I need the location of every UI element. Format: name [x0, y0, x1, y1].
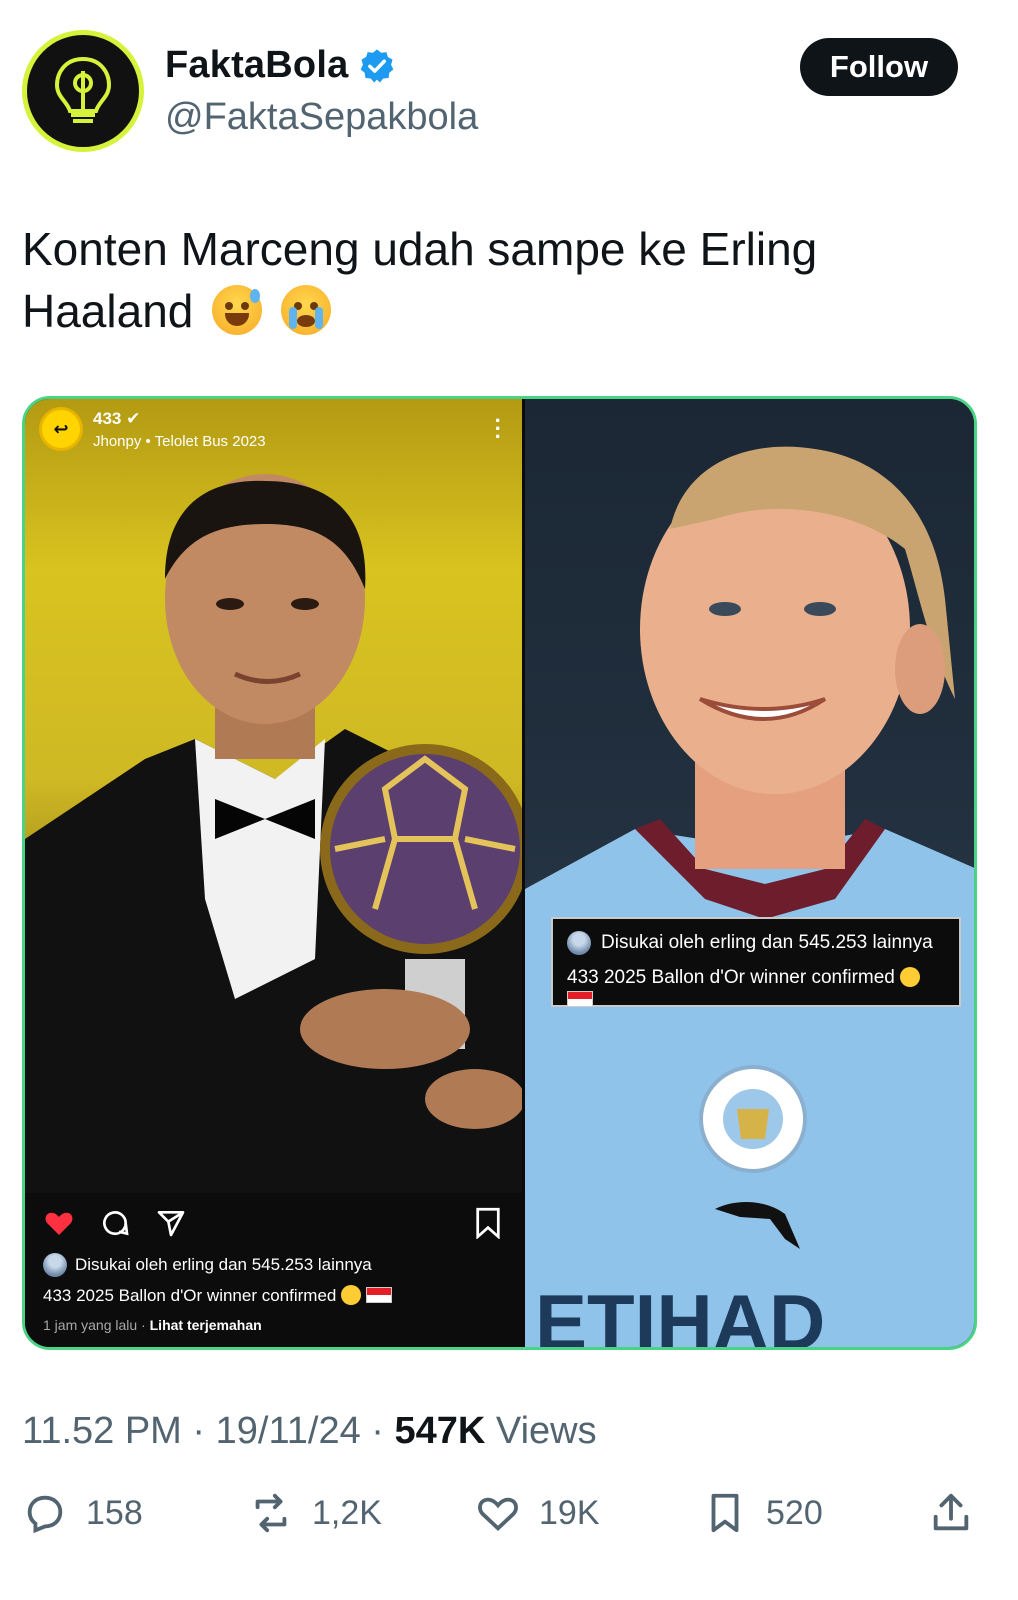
433-logo-icon[interactable]: ↩ — [39, 407, 83, 451]
tweet-timestamp: 11.52 PM · 19/11/24 · 547K Views — [22, 1410, 597, 1452]
instagram-liked-by: Disukai oleh erling dan 545.253 lainnya — [43, 1253, 372, 1277]
author-name-row: FaktaBola — [165, 44, 396, 87]
instagram-caption-text: 433 2025 Ballon d'Or winner confirmed — [43, 1286, 337, 1305]
upload-share-icon — [933, 1493, 969, 1531]
indonesia-flag-icon — [365, 1287, 392, 1303]
views-count: 547K — [394, 1410, 486, 1452]
overlay-caption: 433 2025 Ballon d'Or winner confirmed — [567, 967, 945, 1011]
instagram-account-name[interactable]: 433 ✔ — [93, 409, 266, 429]
instagram-bookmark-icon[interactable] — [474, 1207, 502, 1239]
tweet-text: Konten Marceng udah sampe ke Erling Haal… — [22, 218, 982, 342]
follow-button[interactable]: Follow — [800, 38, 958, 96]
see-translation-link[interactable]: Lihat terjemahan — [150, 1317, 262, 1333]
overlay-liker-avatar — [567, 931, 591, 955]
heart-icon — [478, 1497, 518, 1531]
media-left-instagram-post[interactable]: ↩ 433 ✔ Jhonpy • Telolet Bus 2023 · · · Di… — [25, 399, 522, 1347]
tweet-date[interactable]: 19/11/24 — [216, 1410, 361, 1452]
tweet-time[interactable]: 11.52 PM — [22, 1410, 182, 1452]
heart-filled-icon[interactable] — [43, 1207, 75, 1239]
overlay-caption-text: 433 2025 Ballon d'Or winner confirmed — [567, 967, 895, 988]
instagram-caption-overlay: Disukai oleh erling dan 545.253 lainnya … — [551, 917, 961, 1007]
instagram-liked-by-text: Disukai oleh erling dan 545.253 lainnya — [75, 1255, 372, 1274]
share-button[interactable] — [928, 1490, 974, 1536]
reply-button[interactable]: 158 — [22, 1490, 143, 1536]
instagram-post-time: 1 jam yang lalu — [43, 1317, 138, 1333]
media-right-haaland-photo[interactable]: ETIHAD Disukai oleh erling dan 545.253 l… — [522, 399, 974, 1347]
liker-avatar — [43, 1253, 67, 1277]
engagement-bar: 158 1,2K 19K 520 — [0, 1490, 1018, 1560]
repost-button[interactable]: 1,2K — [248, 1490, 382, 1536]
instagram-caption: 433 2025 Ballon d'Or winner confirmed — [43, 1285, 392, 1306]
grinning-sweat-emoji-icon — [212, 285, 263, 335]
verified-badge-icon — [361, 48, 394, 82]
loudly-crying-emoji-icon — [280, 285, 331, 335]
tweet-media[interactable]: ↩ 433 ✔ Jhonpy • Telolet Bus 2023 · · · Di… — [22, 396, 977, 1350]
overlay-liked-by: Disukai oleh erling dan 545.253 lainnya — [567, 931, 945, 955]
overlay-indonesia-flag-icon — [567, 991, 593, 1007]
instagram-time-row: 1 jam yang lalu · Lihat terjemahan — [43, 1317, 262, 1333]
instagram-post-footer: Disukai oleh erling dan 545.253 lainnya … — [25, 1193, 522, 1347]
comment-icon[interactable] — [99, 1207, 131, 1239]
like-count: 19K — [539, 1493, 600, 1532]
like-button[interactable]: 19K — [475, 1490, 600, 1536]
author-handle[interactable]: @FaktaSepakbola — [165, 96, 478, 139]
tweet-body: Konten Marceng udah sampe ke Erling Haal… — [22, 223, 818, 337]
instagram-action-row — [43, 1207, 187, 1239]
overlay-liked-by-text: Disukai oleh erling dan 545.253 lainnya — [601, 932, 933, 953]
lightbulb-icon — [54, 56, 112, 123]
author-display-name[interactable]: FaktaBola — [165, 44, 348, 87]
share-icon[interactable] — [155, 1207, 187, 1239]
overlay-winking-tongue-emoji-icon — [900, 967, 921, 987]
instagram-account-label: 433 — [93, 408, 122, 428]
views-label: Views — [495, 1410, 597, 1452]
instagram-post-header: ↩ 433 ✔ Jhonpy • Telolet Bus 2023 — [39, 407, 266, 451]
repost-count: 1,2K — [312, 1493, 382, 1532]
reply-count: 158 — [86, 1493, 143, 1532]
instagram-verified-icon: ✔ — [126, 408, 141, 428]
bookmark-count: 520 — [766, 1493, 823, 1532]
instagram-audio-subtitle: Jhonpy • Telolet Bus 2023 — [93, 432, 266, 450]
author-avatar[interactable] — [22, 30, 144, 152]
winking-tongue-emoji-icon — [341, 1285, 362, 1305]
shirt-sponsor-text: ETIHAD — [535, 1278, 825, 1347]
bookmark-icon — [711, 1493, 739, 1533]
tweet-header: FaktaBola @FaktaSepakbola Follow — [0, 0, 1018, 170]
more-options-icon[interactable]: · · · — [495, 410, 502, 448]
reply-icon — [27, 1495, 63, 1534]
smiling-player-photo: ETIHAD — [525, 446, 974, 1347]
repost-icon — [255, 1493, 287, 1533]
tuxedo-player-photo — [25, 474, 522, 1199]
bookmark-button[interactable]: 520 — [702, 1490, 823, 1536]
